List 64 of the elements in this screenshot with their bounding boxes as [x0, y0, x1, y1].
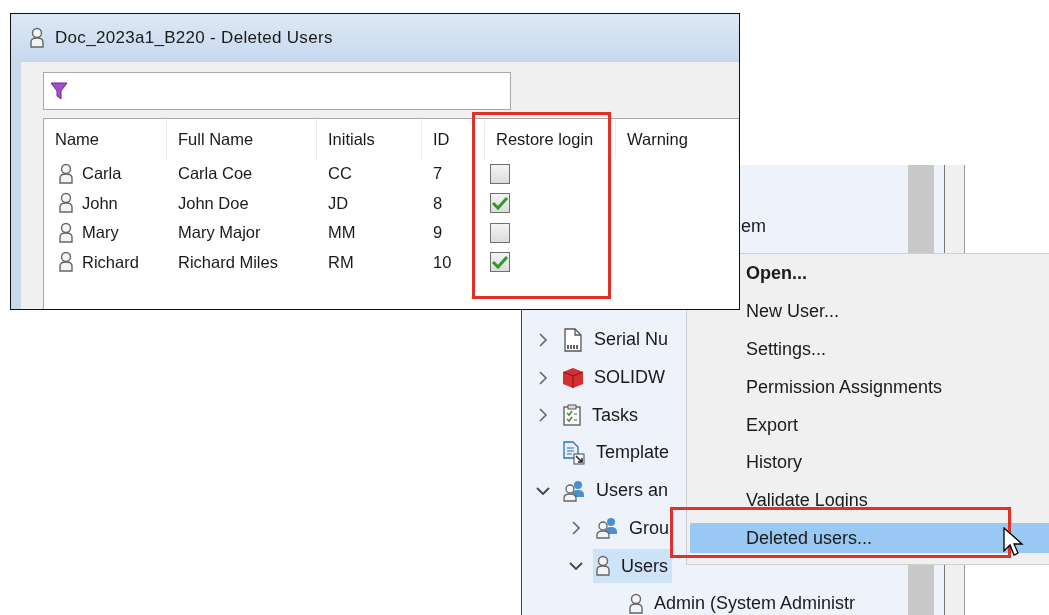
chevron-right-icon[interactable] — [538, 370, 548, 385]
menu-item[interactable]: Export — [690, 406, 1049, 444]
menu-item[interactable]: Deleted users... — [690, 523, 1049, 554]
table-cell-text: CC — [327, 163, 353, 185]
menu-item[interactable]: Validate Logins — [690, 481, 1049, 520]
chevron-right-icon[interactable] — [538, 408, 548, 423]
cube-logo-icon — [562, 366, 584, 389]
column-header[interactable]: ID — [422, 119, 485, 159]
tree-item[interactable]: Users an — [560, 473, 673, 508]
chevron-right-icon[interactable] — [571, 521, 581, 536]
checkbox[interactable] — [490, 252, 510, 273]
user-icon — [58, 192, 74, 215]
checkbox[interactable] — [490, 193, 510, 214]
tree-item[interactable]: Users — [593, 549, 672, 584]
user-icon — [29, 27, 45, 49]
document-arrow-icon — [562, 441, 586, 465]
tree-item[interactable]: Template — [560, 436, 674, 470]
tree-item[interactable]: Grou — [593, 511, 674, 546]
chevron-down-icon[interactable] — [536, 485, 550, 496]
user-name: Mary — [82, 223, 119, 243]
chevron-right-icon[interactable] — [538, 332, 548, 347]
filter-field[interactable] — [43, 72, 511, 110]
table-cell-text: MM — [327, 222, 357, 244]
user-icon — [58, 221, 74, 244]
table-cell-text: Carla Coe — [177, 163, 254, 185]
menu-item[interactable]: New User... — [690, 292, 1049, 331]
user-icon — [595, 555, 611, 578]
column-header[interactable]: Full Name — [167, 119, 317, 159]
table-cell-text: Mary Major — [177, 222, 262, 244]
column-header[interactable]: Warning — [616, 119, 739, 159]
funnel-icon — [50, 81, 68, 101]
menu-item[interactable]: History — [690, 444, 1049, 482]
tree-item[interactable]: SOLIDW — [560, 360, 669, 395]
table-cell-text: JD — [327, 192, 350, 214]
column-header[interactable]: Restore login — [485, 119, 616, 159]
document-icon — [562, 327, 584, 352]
tree-item[interactable]: Serial Nu — [560, 322, 673, 357]
user-name: Richard — [82, 252, 139, 272]
table-cell-text: RM — [327, 251, 355, 273]
table-cell-text: John Doe — [177, 192, 250, 214]
tree-item[interactable]: Admin (System Administr — [626, 586, 860, 615]
column-header[interactable]: Name — [44, 119, 167, 159]
column-header[interactable]: Initials — [317, 119, 422, 159]
table-cell-text: 8 — [432, 192, 444, 214]
tree-item[interactable]: em — [741, 216, 766, 238]
checkbox[interactable] — [490, 163, 510, 184]
table-cell-text: 10 — [432, 251, 453, 273]
table-cell-text: 9 — [432, 222, 444, 244]
users-group-icon — [562, 479, 586, 502]
user-name: John — [82, 193, 118, 213]
users-group-icon — [595, 517, 619, 540]
menu-item[interactable]: Permission Assignments — [690, 368, 1049, 407]
user-name: Carla — [82, 164, 122, 184]
user-icon — [58, 251, 74, 274]
chevron-down-icon[interactable] — [569, 561, 583, 572]
table-cell-text: Richard Miles — [177, 251, 279, 273]
tree-item[interactable]: Tasks — [560, 398, 642, 433]
window-title: Doc_2023a1_B220 - Deleted Users — [55, 28, 333, 48]
checkbox[interactable] — [490, 222, 510, 243]
menu-item[interactable]: Settings... — [690, 330, 1049, 369]
clipboard-check-icon — [562, 404, 582, 427]
table-cell-text: 7 — [432, 163, 444, 185]
user-icon — [58, 162, 74, 185]
mouse-cursor-icon — [1003, 527, 1025, 559]
